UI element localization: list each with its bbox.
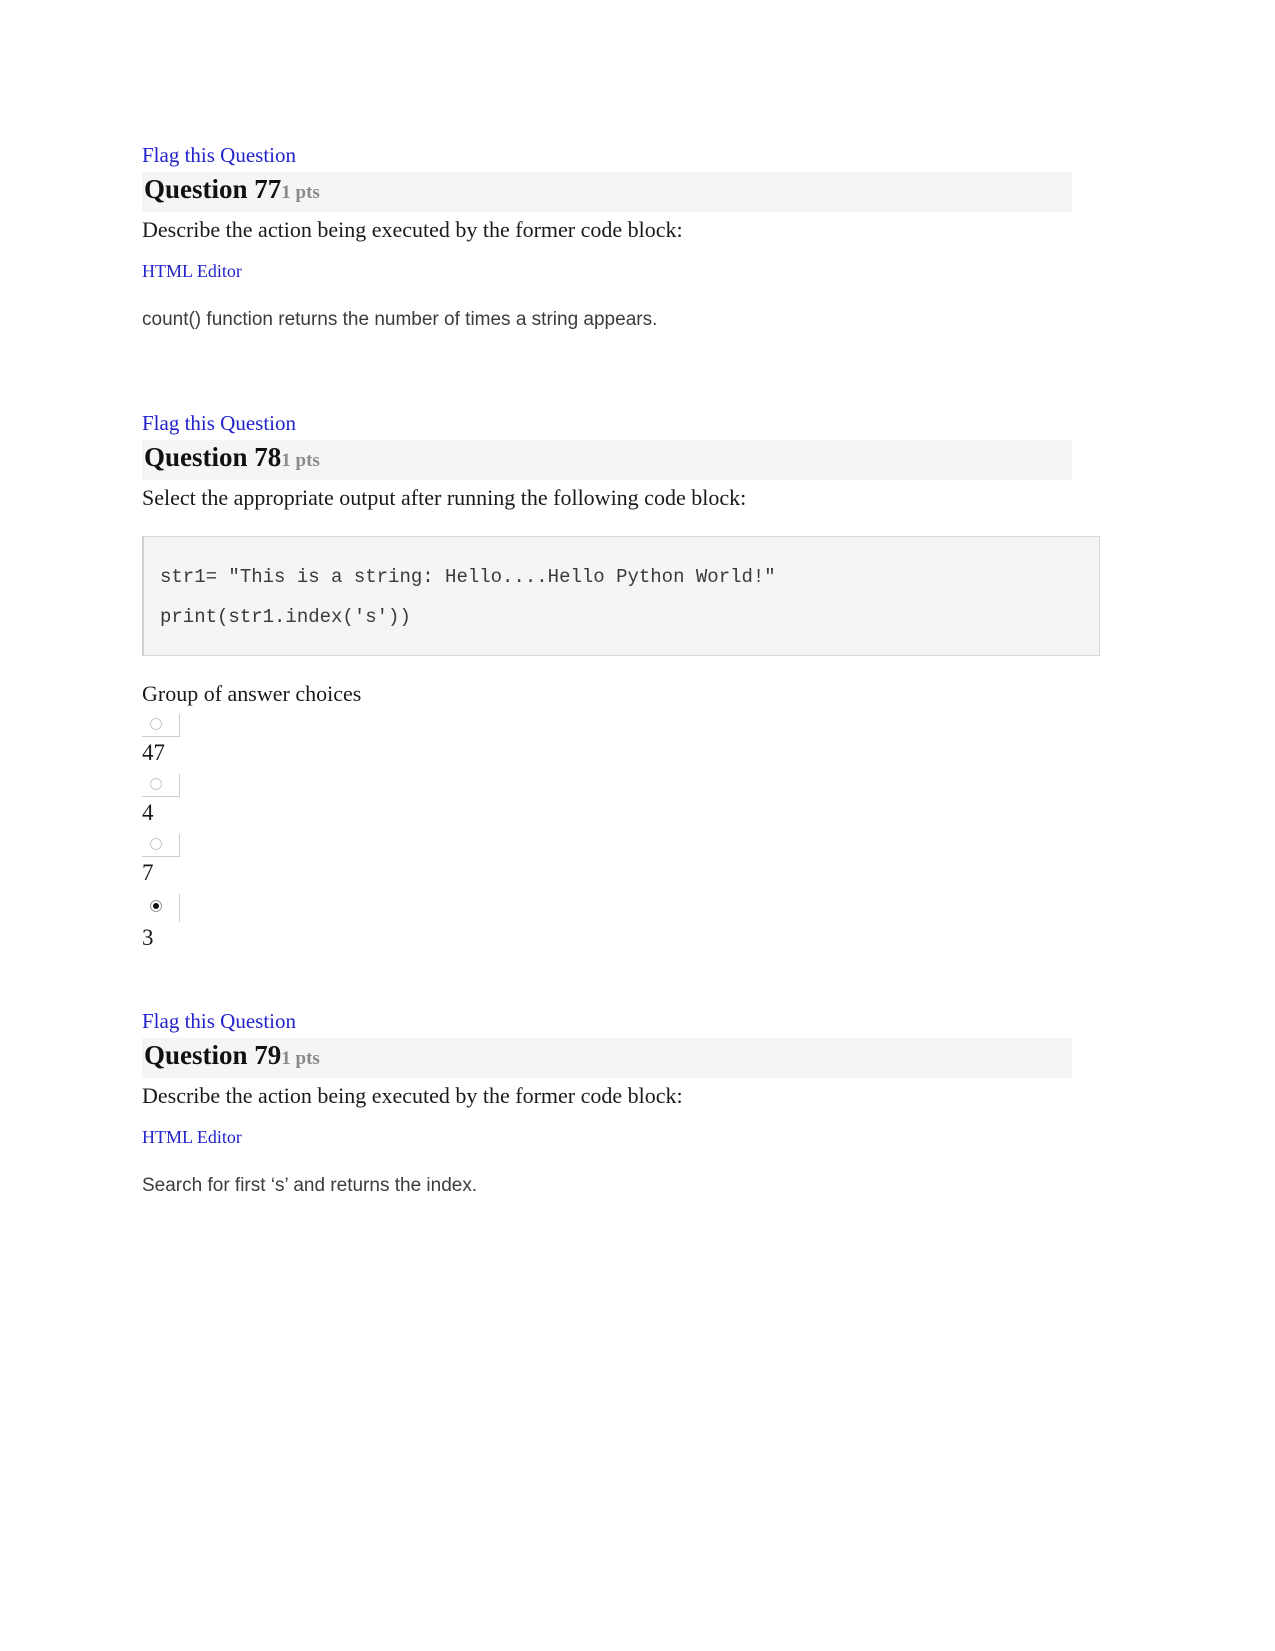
radio-icon <box>150 838 162 850</box>
document-page: Flag this Question Question 771 pts Desc… <box>0 0 1275 1651</box>
code-line: str1= "This is a string: Hello....Hello … <box>160 566 776 588</box>
html-editor-link[interactable]: HTML Editor <box>142 258 1072 284</box>
answer-choice-label: 3 <box>142 925 154 950</box>
html-editor-link[interactable]: HTML Editor <box>142 1124 1072 1150</box>
radio-icon <box>150 778 162 790</box>
radio-button-4[interactable] <box>142 774 180 797</box>
answer-choice-row[interactable]: 4 <box>142 774 1072 829</box>
question-block-79: Flag this Question Question 791 pts Desc… <box>142 1006 1072 1200</box>
radio-button-3[interactable] <box>142 894 180 922</box>
answer-choice-row[interactable]: 3 <box>142 894 1072 954</box>
radio-button-7[interactable] <box>142 834 180 857</box>
question-title: Question 77 <box>144 174 282 204</box>
student-answer-text: Search for first ‘s’ and returns the ind… <box>142 1175 478 1196</box>
flag-question-link[interactable]: Flag this Question <box>142 1006 1072 1036</box>
question-points: 1 pts <box>281 1048 320 1069</box>
answer-choice-label: 47 <box>142 740 165 765</box>
answer-choices-label: Group of answer choices <box>142 681 362 706</box>
radio-button-47[interactable] <box>142 714 180 737</box>
radio-icon <box>150 718 162 730</box>
question-title: Question 78 <box>144 442 282 472</box>
answer-choice-label: 7 <box>142 860 154 885</box>
question-block-77: Flag this Question Question 771 pts Desc… <box>142 140 1072 334</box>
code-line: print(str1.index('s')) <box>160 606 411 628</box>
question-header-bar: Question 781 pts <box>142 440 1072 480</box>
answer-choice-row[interactable]: 47 <box>142 714 1072 769</box>
question-title: Question 79 <box>144 1040 282 1070</box>
answer-choice-row[interactable]: 7 <box>142 834 1072 889</box>
radio-icon-selected <box>150 900 162 912</box>
question-points: 1 pts <box>281 450 320 471</box>
code-block: str1= "This is a string: Hello....Hello … <box>142 536 1100 656</box>
question-prompt: Describe the action being executed by th… <box>142 217 683 242</box>
answer-choice-label: 4 <box>142 800 154 825</box>
student-answer-text: count() function returns the number of t… <box>142 309 658 330</box>
question-block-78: Flag this Question Question 781 pts Sele… <box>142 408 1100 954</box>
question-points: 1 pts <box>281 182 320 203</box>
question-header-bar: Question 791 pts <box>142 1038 1072 1078</box>
question-header-bar: Question 771 pts <box>142 172 1072 212</box>
flag-question-link[interactable]: Flag this Question <box>142 408 1072 438</box>
quiz-content: Flag this Question Question 771 pts Desc… <box>142 140 1100 1200</box>
question-prompt: Select the appropriate output after runn… <box>142 485 747 510</box>
flag-question-link[interactable]: Flag this Question <box>142 140 1072 170</box>
question-prompt: Describe the action being executed by th… <box>142 1083 683 1108</box>
